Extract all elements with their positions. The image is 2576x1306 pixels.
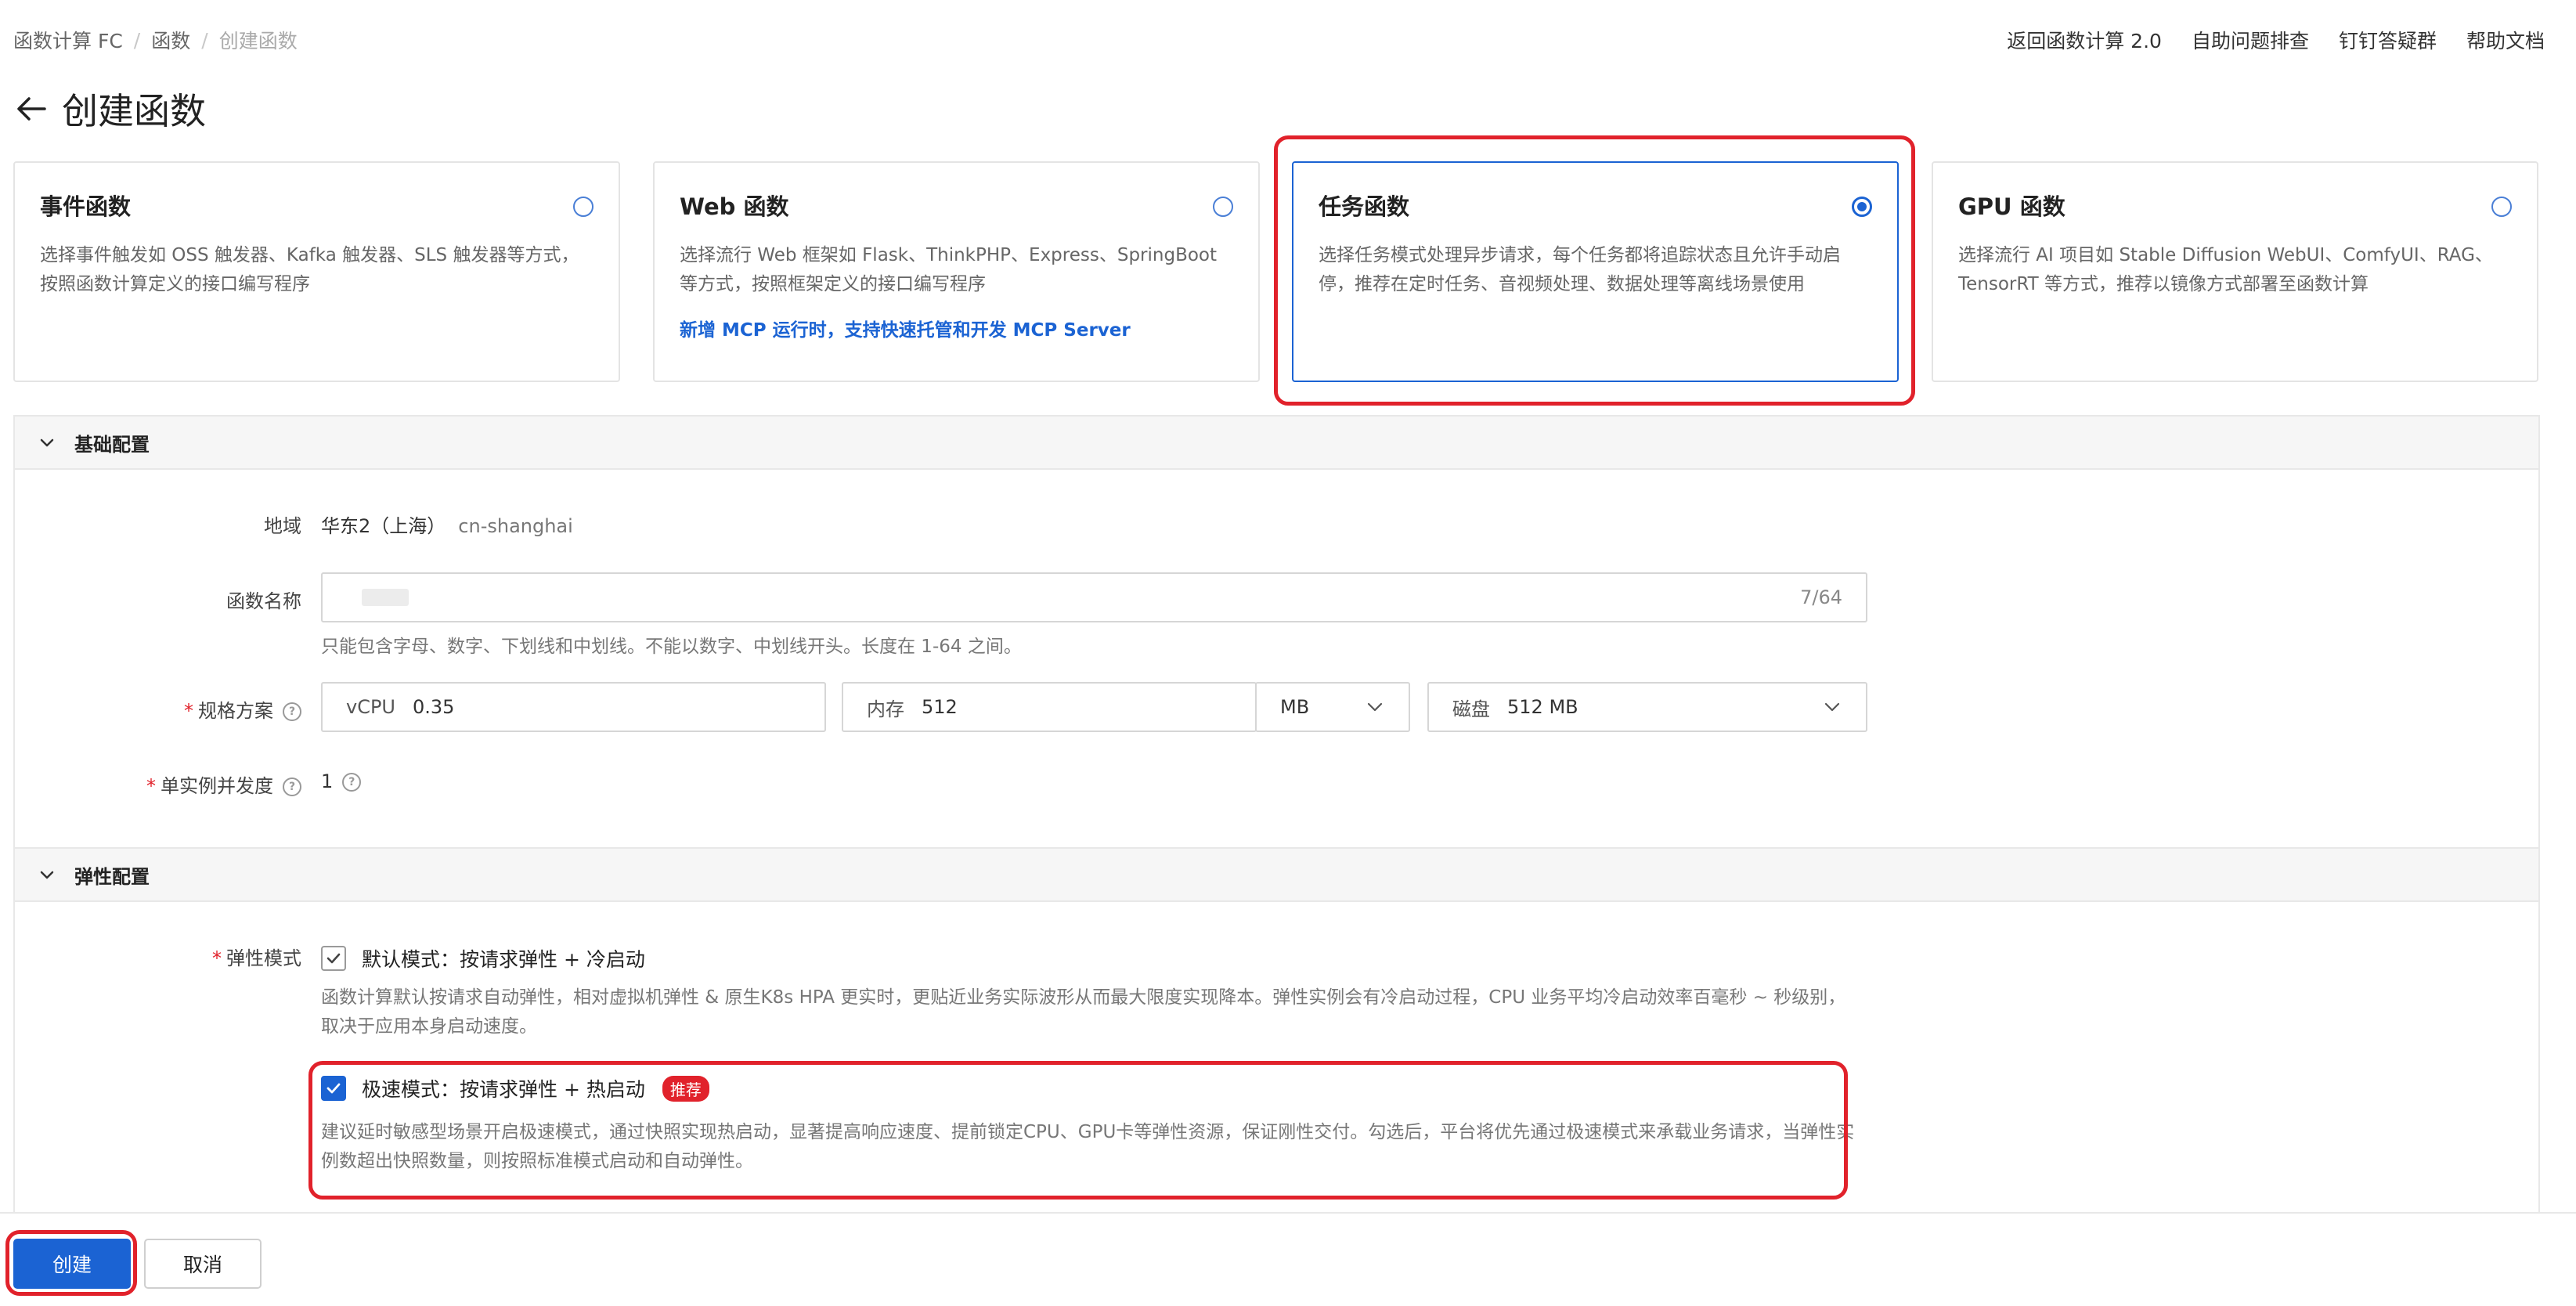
breadcrumb-separator: / xyxy=(133,28,141,52)
region-label: 地域 xyxy=(264,515,301,537)
card-description: 选择流行 Web 框架如 Flask、ThinkPHP、Express、Spri… xyxy=(680,245,1218,294)
chevron-down-icon xyxy=(40,438,54,447)
chevron-down-icon xyxy=(40,871,54,879)
region-code: cn-shanghai xyxy=(458,515,573,537)
card-description: 选择任务模式处理异步请求，每个任务都将追踪状态且允许手动启停，推荐在定时任务、音… xyxy=(1319,245,1841,294)
breadcrumb: 函数计算 FC / 函数 / 创建函数 xyxy=(13,27,298,53)
function-name-hint: 只能包含字母、数字、下划线和中划线。不能以数字、中划线开头。长度在 1-64 之… xyxy=(321,637,1022,657)
spec-label: * 规格方案? xyxy=(13,695,301,723)
default-mode-option: 默认模式：按请求弹性 + 冷启动 xyxy=(321,944,645,972)
section-basic-config[interactable]: 基础配置 xyxy=(13,415,2540,470)
chevron-down-icon xyxy=(1367,702,1383,712)
question-icon[interactable]: ? xyxy=(283,702,301,721)
vcpu-input[interactable]: vCPU 0.35 xyxy=(321,682,826,732)
disk-select[interactable]: 磁盘 512 MB xyxy=(1427,682,1867,732)
section-title: 弹性配置 xyxy=(74,865,150,888)
card-gpu-function[interactable]: GPU 函数 选择流行 AI 项目如 Stable Diffusion WebU… xyxy=(1932,161,2538,382)
card-description: 选择事件触发如 OSS 触发器、Kafka 触发器、SLS 触发器等方式，按照函… xyxy=(40,245,579,294)
memory-input[interactable]: 内存 512 xyxy=(842,682,1257,732)
check-icon xyxy=(327,953,341,964)
recommend-badge: 推荐 xyxy=(662,1075,709,1102)
question-icon[interactable]: ? xyxy=(283,777,301,796)
default-mode-description: 函数计算默认按请求自动弹性，相对虚拟机弹性 & 原生K8s HPA 更实时，更贴… xyxy=(321,987,1846,1037)
footer-bar xyxy=(0,1212,2576,1306)
card-description: 选择流行 AI 项目如 Stable Diffusion WebUI、Comfy… xyxy=(1958,245,2493,294)
radio-event-function[interactable] xyxy=(573,197,593,217)
card-title: 任务函数 xyxy=(1319,193,1410,220)
link-help-docs[interactable]: 帮助文档 xyxy=(2466,26,2545,54)
function-name-label: 函数名称 xyxy=(226,590,301,612)
region-value: 华东2（上海） cn-shanghai xyxy=(321,515,573,537)
check-icon xyxy=(327,1083,341,1094)
card-task-function[interactable]: 任务函数 选择任务模式处理异步请求，每个任务都将追踪状态且允许手动启停，推荐在定… xyxy=(1292,161,1899,382)
char-counter: 7/64 xyxy=(1800,586,1842,608)
breadcrumb-current: 创建函数 xyxy=(218,30,298,52)
link-dingtalk-group[interactable]: 钉钉答疑群 xyxy=(2339,26,2437,54)
memory-unit-select[interactable]: MB xyxy=(1255,682,1410,732)
radio-task-function[interactable] xyxy=(1852,197,1872,217)
section-elastic-config[interactable]: 弹性配置 xyxy=(13,847,2540,902)
create-button[interactable]: 创建 xyxy=(13,1239,131,1289)
card-web-function[interactable]: Web 函数 选择流行 Web 框架如 Flask、ThinkPHP、Expre… xyxy=(653,161,1260,382)
card-title: GPU 函数 xyxy=(1958,193,2065,220)
link-back-fc2[interactable]: 返回函数计算 2.0 xyxy=(2007,26,2162,54)
cancel-button[interactable]: 取消 xyxy=(144,1239,262,1289)
breadcrumb-functions[interactable]: 函数 xyxy=(151,26,190,54)
masked-value xyxy=(362,589,409,606)
page-header: 创建函数 xyxy=(13,81,206,136)
radio-web-function[interactable] xyxy=(1213,197,1233,217)
fast-mode-checkbox[interactable] xyxy=(321,1076,346,1101)
fast-mode-label: 极速模式：按请求弹性 + 热启动 xyxy=(362,1078,645,1101)
radio-gpu-function[interactable] xyxy=(2491,197,2512,217)
question-icon[interactable]: ? xyxy=(342,773,362,792)
page-title: 创建函数 xyxy=(62,90,206,132)
fast-mode-option: 极速模式：按请求弹性 + 热启动 推荐 xyxy=(321,1074,709,1102)
arrow-left-icon[interactable] xyxy=(13,90,51,128)
card-title: 事件函数 xyxy=(40,193,132,220)
function-name-input[interactable]: 7/64 xyxy=(321,572,1867,622)
card-event-function[interactable]: 事件函数 选择事件触发如 OSS 触发器、Kafka 触发器、SLS 触发器等方… xyxy=(13,161,620,382)
concurrency-label: * 单实例并发度? xyxy=(13,770,301,798)
chevron-down-icon xyxy=(1824,702,1840,712)
top-links: 返回函数计算 2.0 自助问题排查 钉钉答疑群 帮助文档 xyxy=(2007,27,2545,53)
section-title: 基础配置 xyxy=(74,433,150,456)
mcp-runtime-link[interactable]: 新增 MCP 运行时，支持快速托管和开发 MCP Server xyxy=(680,315,1233,341)
link-troubleshoot[interactable]: 自助问题排查 xyxy=(2192,26,2309,54)
breadcrumb-fc[interactable]: 函数计算 FC xyxy=(13,26,123,54)
card-title: Web 函数 xyxy=(680,193,789,220)
default-mode-label: 默认模式：按请求弹性 + 冷启动 xyxy=(362,948,645,971)
default-mode-checkbox[interactable] xyxy=(321,946,346,971)
elastic-mode-label: * 弹性模式 xyxy=(212,947,301,969)
fast-mode-description: 建议延时敏感型场景开启极速模式，通过快照实现热启动，显著提高响应速度、提前锁定C… xyxy=(321,1122,1855,1171)
breadcrumb-separator: / xyxy=(201,28,208,52)
concurrency-value: 1? xyxy=(321,770,362,792)
